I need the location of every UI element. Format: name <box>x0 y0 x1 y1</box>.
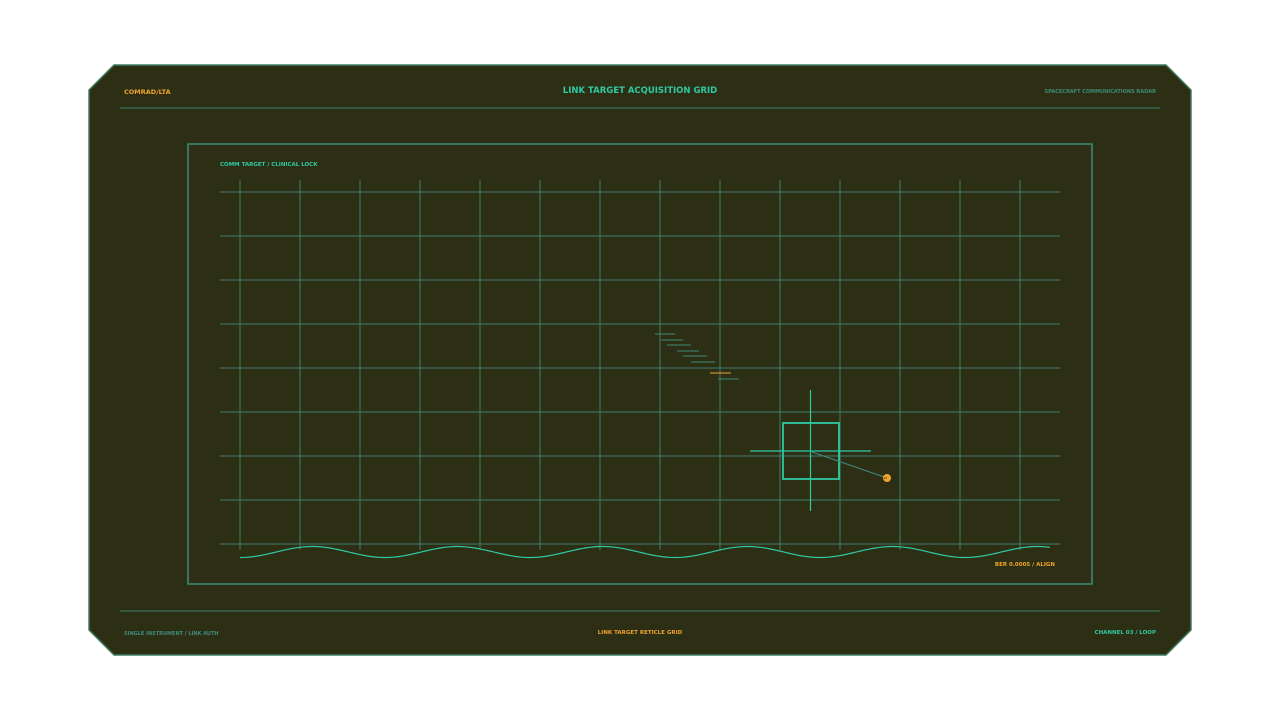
footer-center-label: LINK TARGET RETICLE GRID <box>597 630 683 636</box>
comm-radar-screen: COMRAD/LTA LINK TARGET ACQUISITION GRID … <box>0 0 1280 720</box>
radar-frame-graphics <box>88 64 1192 656</box>
system-subtitle: SPACECRAFT COMMUNICATIONS RADAR <box>1044 89 1156 95</box>
ber-readout: BER 0.0005 / ALIGN <box>994 562 1055 568</box>
brand-label: COMRAD/LTA <box>124 88 171 96</box>
target-marker[interactable] <box>883 474 891 482</box>
panel-label: COMM TARGET / CLINICAL LOCK <box>220 162 318 168</box>
page-title: LINK TARGET ACQUISITION GRID <box>562 86 718 96</box>
footer-left-label: SINGLE INSTRUMENT / LINK AUTH <box>124 631 219 637</box>
footer-right-label: CHANNEL 03 / LOOP <box>1094 630 1156 636</box>
